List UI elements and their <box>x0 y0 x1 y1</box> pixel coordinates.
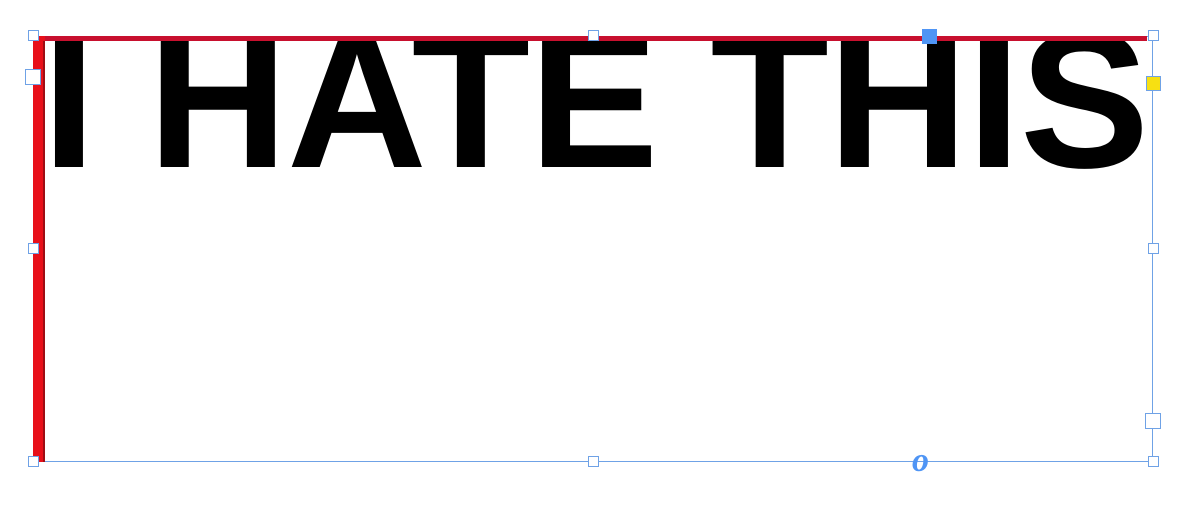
middle-right-handle[interactable] <box>1148 243 1159 254</box>
in-port-handle[interactable] <box>25 69 41 85</box>
baseline-marker-icon: o <box>912 442 929 479</box>
middle-left-handle[interactable] <box>28 243 39 254</box>
text-frame[interactable] <box>33 36 1153 462</box>
left-rule-shadow <box>43 41 45 462</box>
document-canvas[interactable]: I HATE THIS o <box>0 0 1190 506</box>
corner-options-handle[interactable] <box>922 29 937 44</box>
top-left-handle[interactable] <box>28 30 39 41</box>
bottom-left-handle[interactable] <box>28 456 39 467</box>
out-port-handle[interactable] <box>1145 413 1161 429</box>
live-corners-handle[interactable] <box>1146 76 1161 91</box>
top-right-handle[interactable] <box>1148 30 1159 41</box>
bottom-center-handle[interactable] <box>588 456 599 467</box>
bottom-right-handle[interactable] <box>1148 456 1159 467</box>
top-center-handle[interactable] <box>588 30 599 41</box>
